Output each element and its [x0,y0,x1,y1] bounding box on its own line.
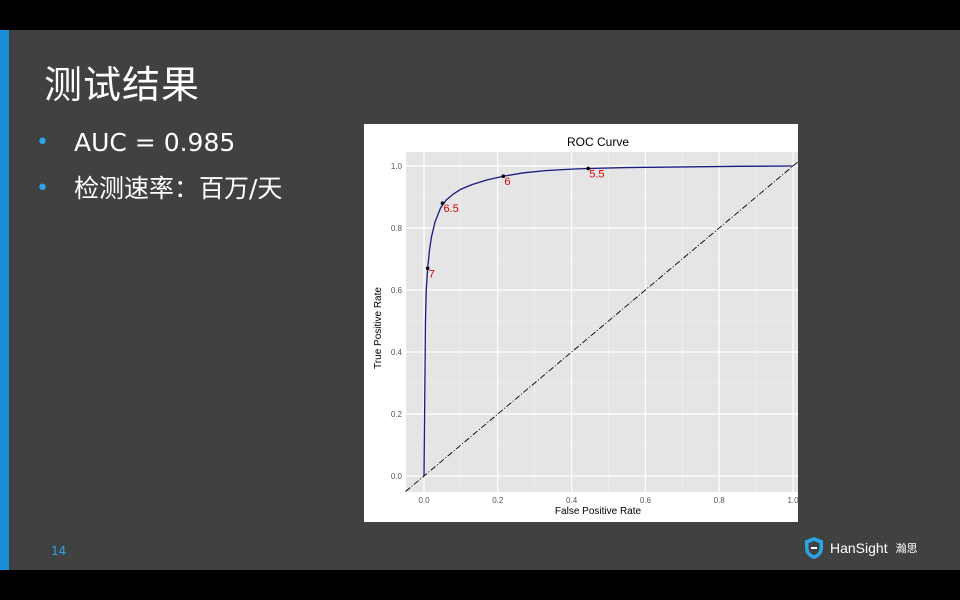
shield-icon [805,537,823,559]
y-tick-label: 0.2 [391,410,403,419]
bullet-list: • AUC = 0.985 • 检测速率：百万/天 [36,126,282,218]
logo-subtitle: 瀚思 [895,542,918,555]
x-tick-label: 0.0 [418,496,430,505]
bullet-text: AUC = 0.985 [74,128,236,157]
slide: 测试结果 • AUC = 0.985 • 检测速率：百万/天 ROC Curve… [0,30,960,570]
roc-chart: ROC Curve 7 6.5 6 5.5 0.0 0.2 0.4 0.6 0.8 1.0 0.0… [364,124,798,522]
x-axis-title: False Positive Rate [555,506,642,517]
threshold-label: 5.5 [589,168,604,180]
x-tick-label: 1.0 [787,496,798,505]
x-tick-label: 0.2 [492,496,504,505]
bullet-dot: • [36,176,49,201]
bullet-item: • AUC = 0.985 [36,126,282,172]
plot-panel [406,152,798,492]
slide-title: 测试结果 [44,63,201,107]
x-tick-label: 0.4 [566,496,578,505]
threshold-label: 7 [429,268,435,280]
bullet-text: 检测速率：百万/天 [74,174,283,203]
y-axis-title: True Positive Rate [373,287,384,369]
threshold-label: 6 [504,176,510,188]
accent-bar [0,30,9,570]
threshold-label: 6.5 [443,203,458,215]
y-tick-label: 1.0 [391,162,403,171]
y-tick-label: 0.4 [391,348,403,357]
logo-name: HanSight [830,540,888,556]
hansight-logo: HanSight 瀚思 [804,536,918,560]
x-tick-label: 0.6 [640,496,652,505]
y-tick-label: 0.8 [391,224,403,233]
chart-title: ROC Curve [567,135,629,149]
bullet-item: • 检测速率：百万/天 [36,172,282,218]
roc-chart-svg: ROC Curve 7 6.5 6 5.5 0.0 0.2 0.4 0.6 0.8 1.0 0.0… [373,135,798,517]
y-tick-label: 0.0 [391,472,403,481]
x-tick-label: 0.8 [714,496,726,505]
y-tick-label: 0.6 [391,286,403,295]
bullet-dot: • [36,130,49,155]
page-number: 14 [51,544,67,558]
